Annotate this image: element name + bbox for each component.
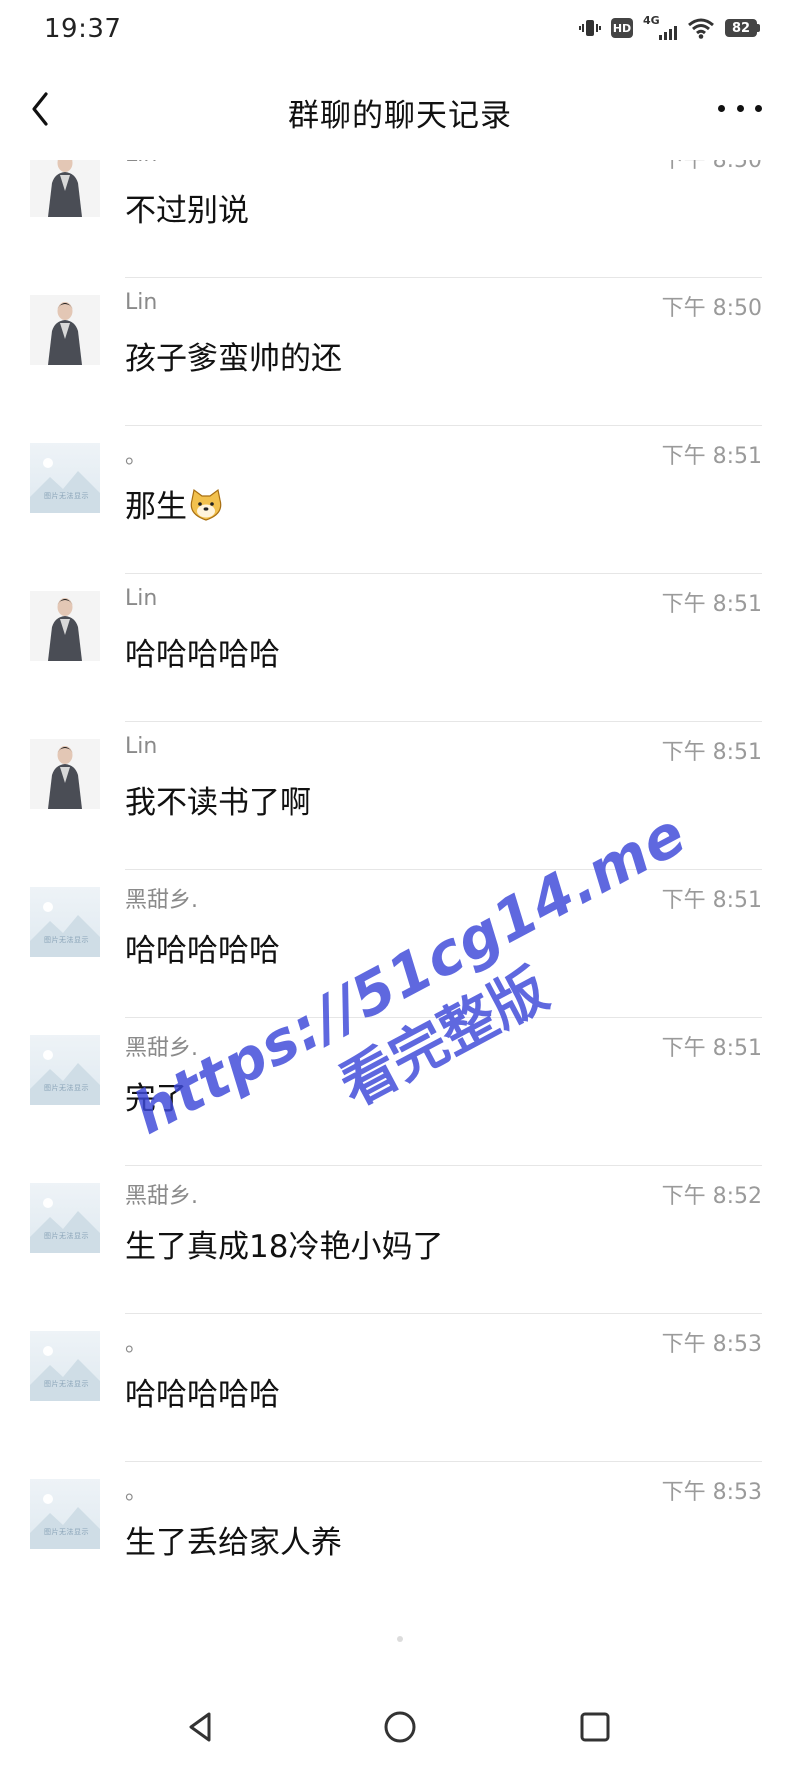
hd-badge: HD <box>611 18 633 38</box>
message-item[interactable]: 图片无法显示 黑甜乡. 下午 8:52 生了真成18冷艳小妈了 <box>0 1166 800 1314</box>
battery-level: 82 <box>725 19 757 37</box>
avatar-placeholder-caption: 图片无法显示 <box>44 492 89 500</box>
sender-avatar[interactable]: 图片无法显示 <box>30 1183 100 1253</box>
message-timestamp: 下午 8:51 <box>661 592 762 617</box>
chat-history-list[interactable]: Lin下午 8:50不过别说Lin下午 8:50孩子爹蛮帅的还图片无法显示。下午… <box>0 160 800 1600</box>
sender-name: Lin <box>125 160 157 167</box>
circle-home-icon <box>384 1711 416 1743</box>
message-item[interactable]: Lin 下午 8:51 我不读书了啊 <box>0 722 800 870</box>
sender-avatar[interactable] <box>30 295 100 365</box>
message-timestamp: 下午 8:52 <box>661 1184 762 1209</box>
message-text-content: 哈哈哈哈哈 <box>125 637 280 673</box>
message-text: 哈哈哈哈哈 <box>125 925 280 970</box>
sender-name: 黑甜乡. <box>125 888 198 913</box>
message-text: 那生 <box>125 481 225 526</box>
sender-avatar[interactable] <box>30 591 100 661</box>
message-item[interactable]: 图片无法显示 黑甜乡. 下午 8:51 哈哈哈哈哈 <box>0 870 800 1018</box>
sender-name: Lin <box>125 290 158 315</box>
system-navigation-bar <box>0 1680 800 1784</box>
sender-name: Lin <box>125 586 158 611</box>
message-text: 我不读书了啊 <box>125 777 311 822</box>
message-text-content: 生了丢给家人养 <box>125 1525 342 1561</box>
message-text: 生了真成18冷艳小妈了 <box>125 1221 443 1266</box>
message-timestamp: 下午 8:50 <box>661 296 762 321</box>
vibrate-icon <box>579 20 601 36</box>
message-text-content: 那生 <box>125 489 187 525</box>
page-title: 群聊的聊天记录 <box>288 98 512 134</box>
more-dots-icon <box>718 104 725 112</box>
system-recents-button[interactable] <box>570 1702 620 1752</box>
system-home-button[interactable] <box>375 1702 425 1752</box>
message-text: 哈哈哈哈哈 <box>125 1369 280 1414</box>
message-timestamp: 下午 8:51 <box>661 740 762 765</box>
message-text: 完了 <box>125 1073 187 1118</box>
sender-name: 。 <box>125 444 148 469</box>
message-item[interactable]: Lin 下午 8:50 孩子爹蛮帅的还 <box>0 278 800 426</box>
message-timestamp: 下午 8:51 <box>661 888 762 913</box>
dog-face-emoji-icon <box>187 488 225 522</box>
avatar-placeholder-caption: 图片无法显示 <box>44 1528 89 1536</box>
sender-name: 。 <box>125 1480 148 1505</box>
avatar-placeholder-caption: 图片无法显示 <box>44 1084 89 1092</box>
message-text-content: 生了真成18冷艳小妈了 <box>125 1229 444 1265</box>
sender-avatar[interactable]: 图片无法显示 <box>30 1331 100 1401</box>
triangle-back-icon <box>189 1712 211 1742</box>
sender-avatar[interactable] <box>30 160 100 217</box>
message-item[interactable]: 图片无法显示 。 下午 8:53 哈哈哈哈哈 <box>0 1314 800 1462</box>
message-text-content: 哈哈哈哈哈 <box>125 1377 280 1413</box>
sender-name: Lin <box>125 734 158 759</box>
wifi-icon <box>688 18 714 39</box>
square-recents-icon <box>580 1712 610 1742</box>
message-item[interactable]: 图片无法显示 。 下午 8:51 那生 <box>0 426 800 574</box>
message-text-content: 哈哈哈哈哈 <box>125 933 280 969</box>
more-options-button[interactable] <box>718 96 762 120</box>
sender-avatar[interactable]: 图片无法显示 <box>30 1479 100 1549</box>
sender-avatar[interactable] <box>30 739 100 809</box>
message-text-content: 不过别说 <box>125 193 249 229</box>
message-timestamp: 下午 8:53 <box>661 1480 762 1505</box>
sender-avatar[interactable]: 图片无法显示 <box>30 887 100 957</box>
chat-header: 群聊的聊天记录 <box>0 60 800 160</box>
message-text: 孩子爹蛮帅的还 <box>125 333 342 378</box>
sender-name: 黑甜乡. <box>125 1184 198 1209</box>
message-text: 哈哈哈哈哈 <box>125 629 280 674</box>
message-timestamp: 下午 8:51 <box>661 444 762 469</box>
sender-name: 。 <box>125 1332 148 1357</box>
scroll-indicator <box>397 1636 403 1642</box>
message-timestamp: 下午 8:51 <box>661 1036 762 1061</box>
sender-avatar[interactable]: 图片无法显示 <box>30 443 100 513</box>
message-text-content: 我不读书了啊 <box>125 785 311 821</box>
sender-avatar[interactable]: 图片无法显示 <box>30 1035 100 1105</box>
message-item[interactable]: 图片无法显示 黑甜乡. 下午 8:51 完了 <box>0 1018 800 1166</box>
message-timestamp: 下午 8:53 <box>661 1332 762 1357</box>
network-type-label: 4G <box>643 14 660 27</box>
system-back-button[interactable] <box>176 1702 226 1752</box>
avatar-placeholder-caption: 图片无法显示 <box>44 936 89 944</box>
message-item[interactable]: Lin 下午 8:51 哈哈哈哈哈 <box>0 574 800 722</box>
avatar-placeholder-caption: 图片无法显示 <box>44 1232 89 1240</box>
message-text-content: 完了 <box>125 1081 187 1117</box>
sender-name: 黑甜乡. <box>125 1036 198 1061</box>
status-bar: 19:37 HD 4G 82 <box>0 0 800 60</box>
cellular-signal-icon: 4G <box>643 14 677 40</box>
battery-indicator: 82 <box>725 19 760 37</box>
status-time: 19:37 <box>44 14 122 44</box>
message-text: 不过别说 <box>125 185 249 230</box>
message-text: 生了丢给家人养 <box>125 1517 342 1562</box>
avatar-placeholder-caption: 图片无法显示 <box>44 1380 89 1388</box>
message-item[interactable]: Lin 下午 8:50 不过别说 <box>0 160 800 278</box>
status-icons: HD 4G 82 <box>579 14 760 40</box>
message-item[interactable]: 图片无法显示 。 下午 8:53 生了丢给家人养 <box>0 1462 800 1600</box>
message-timestamp: 下午 8:50 <box>661 160 762 173</box>
message-text-content: 孩子爹蛮帅的还 <box>125 341 342 377</box>
